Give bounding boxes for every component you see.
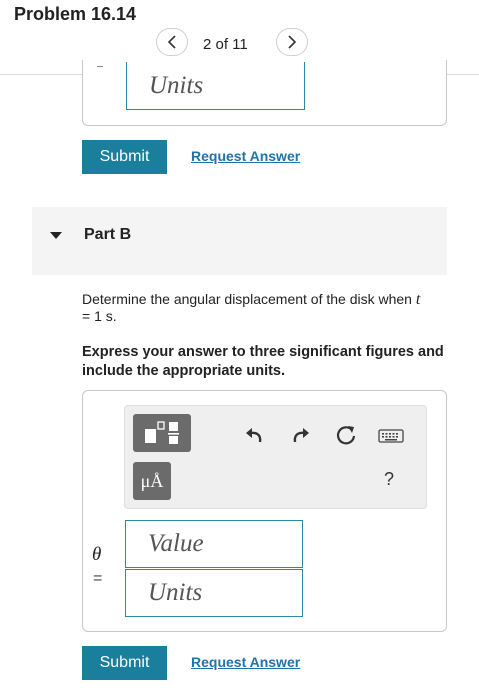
answer-variable: θ — [92, 544, 102, 565]
units-button-label: μÅ — [140, 470, 164, 491]
reset-button[interactable] — [335, 424, 357, 446]
question-text-start: Determine the angular displacement of th… — [82, 291, 416, 307]
part-b-request-answer-link[interactable]: Request Answer — [191, 654, 300, 670]
value-input[interactable]: Value — [125, 520, 303, 568]
next-button[interactable] — [276, 28, 308, 56]
part-a-equals-mark — [97, 66, 103, 67]
templates-button[interactable] — [133, 414, 191, 452]
chevron-left-icon — [167, 35, 176, 49]
templates-icon — [145, 421, 179, 444]
undo-icon — [246, 428, 262, 443]
part-b-question: Determine the angular displacement of th… — [82, 291, 432, 325]
part-b-instruction: Express your answer to three significant… — [82, 344, 444, 379]
units-input[interactable]: Units — [125, 569, 303, 617]
equals-sign: = — [93, 570, 103, 587]
redo-button[interactable] — [290, 425, 312, 445]
part-a-request-answer-link[interactable]: Request Answer — [191, 148, 300, 164]
keyboard-icon — [378, 429, 404, 443]
chevron-right-icon — [288, 35, 297, 49]
problem-title: Problem 16.14 — [14, 4, 137, 24]
part-a-submit-button[interactable]: Submit — [82, 140, 167, 174]
part-b-label: Part B — [84, 226, 132, 243]
previous-button[interactable] — [156, 28, 188, 56]
redo-icon — [293, 428, 309, 443]
units-placeholder: Units — [148, 579, 203, 606]
part-b-submit-button[interactable]: Submit — [82, 646, 167, 680]
part-a-units-input[interactable]: Units — [126, 62, 305, 110]
reset-icon — [336, 426, 356, 445]
pager-indicator: 2 of 11 — [203, 36, 248, 53]
caret-down-icon[interactable] — [50, 232, 62, 239]
undo-button[interactable] — [243, 425, 265, 445]
keyboard-button[interactable] — [378, 428, 404, 444]
value-placeholder: Value — [148, 530, 204, 557]
part-a-units-placeholder: Units — [149, 71, 204, 99]
units-button[interactable]: μÅ — [133, 462, 171, 500]
help-button[interactable]: ? — [384, 469, 394, 490]
question-text-end: = 1 s. — [82, 308, 117, 324]
question-variable: t — [415, 291, 421, 308]
